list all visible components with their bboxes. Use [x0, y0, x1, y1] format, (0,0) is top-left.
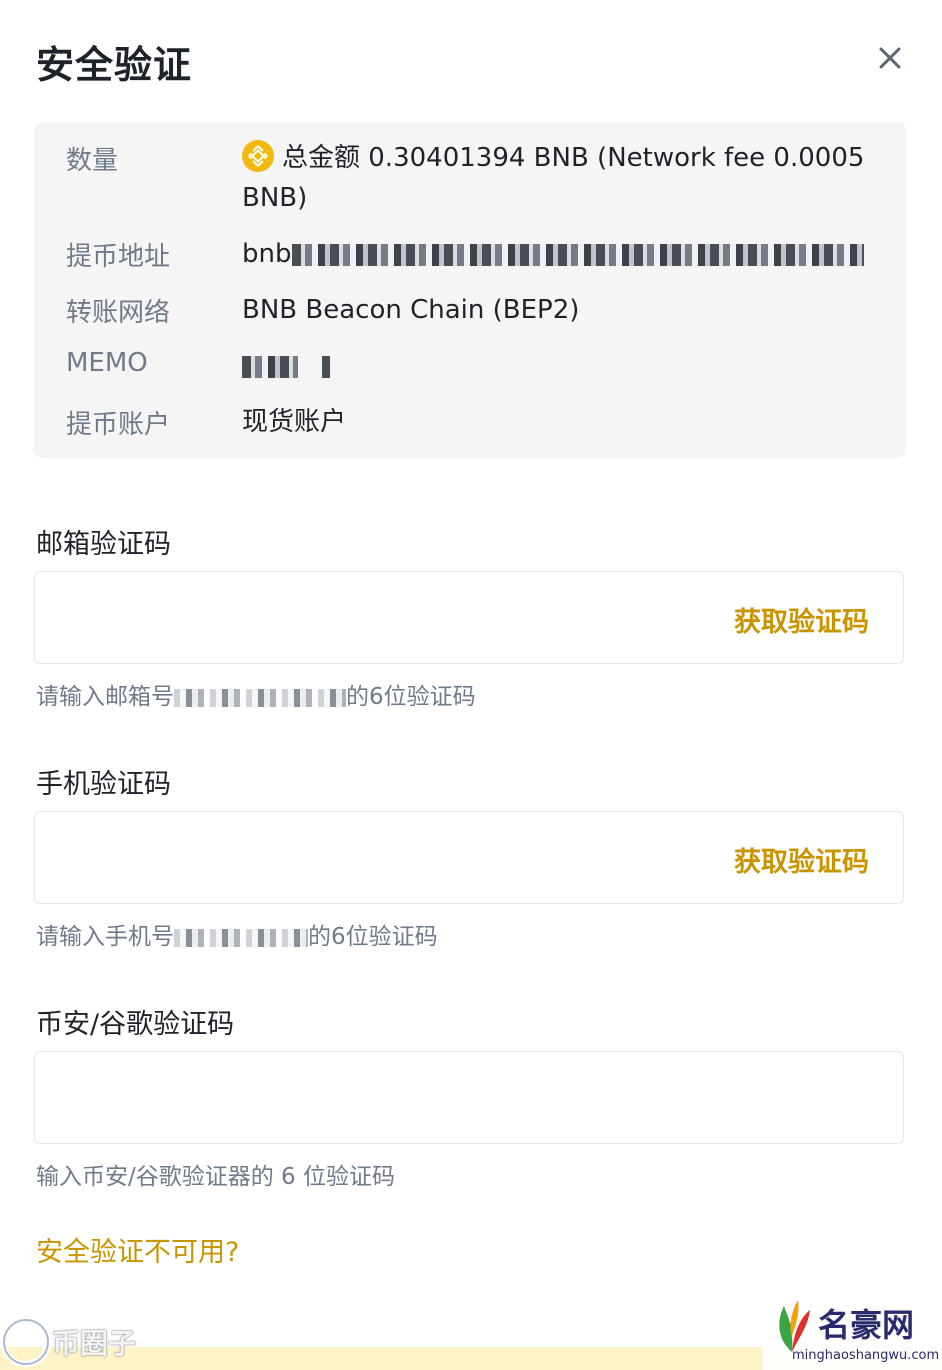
network-value: BNB Beacon Chain (BEP2)	[242, 295, 580, 325]
email-code-hint: 请输入邮箱号 的6位验证码	[36, 677, 476, 711]
amount-value: 总金额 0.30401394 BNB (Network fee 0.0005 B…	[242, 138, 864, 218]
address-redacted	[291, 243, 864, 266]
authenticator-code-label: 币安/谷歌验证码	[36, 1009, 235, 1040]
watermark-left: 币圈子	[52, 1327, 137, 1360]
amount-text-line2: BNB)	[242, 183, 308, 213]
email-hint-prefix: 请输入邮箱号	[36, 684, 174, 710]
account-label: 提币账户	[66, 410, 171, 440]
security-unavailable-link[interactable]: 安全验证不可用?	[36, 1230, 239, 1269]
dialog-title: 安全验证	[36, 43, 193, 87]
network-label: 转账网络	[66, 298, 171, 328]
memo-label: MEMO	[66, 348, 148, 378]
account-value: 现货账户	[242, 407, 347, 437]
phone-hint-suffix: 的6位验证码	[308, 924, 438, 950]
address-label: 提币地址	[66, 242, 171, 272]
amount-text-line1: 总金额 0.30401394 BNB (Network fee 0.0005	[282, 143, 865, 173]
email-code-label: 邮箱验证码	[36, 529, 171, 560]
address-value: bnb	[242, 234, 864, 274]
watermark-right-sub: minghaoshangwu.com	[792, 1348, 940, 1363]
memo-value	[242, 346, 331, 386]
phone-hint-prefix: 请输入手机号	[36, 924, 174, 950]
watermark-leaf-icon	[779, 1300, 810, 1352]
phone-redacted	[174, 928, 308, 947]
authenticator-code-hint: 输入币安/谷歌验证器的 6 位验证码	[36, 1164, 396, 1190]
email-redacted	[174, 688, 346, 707]
phone-code-input[interactable]: 获取验证码	[34, 811, 904, 904]
memo-redacted	[242, 355, 298, 378]
amount-label: 数量	[66, 146, 119, 176]
bnb-coin-icon	[242, 140, 274, 172]
phone-code-label: 手机验证码	[36, 769, 171, 800]
withdrawal-summary-panel: 数量 总金额 0.30401394 BNB (Network fee 0.000…	[34, 122, 906, 458]
phone-get-code-button[interactable]: 获取验证码	[734, 840, 869, 879]
email-hint-suffix: 的6位验证码	[346, 684, 476, 710]
phone-code-hint: 请输入手机号 的6位验证码	[36, 917, 438, 951]
email-get-code-button[interactable]: 获取验证码	[734, 600, 869, 639]
watermark-right: 名豪网	[818, 1306, 915, 1344]
authenticator-code-input[interactable]	[34, 1051, 904, 1144]
close-icon[interactable]	[870, 38, 910, 78]
memo-redacted	[322, 355, 331, 378]
email-code-input[interactable]: 获取验证码	[34, 571, 904, 664]
address-prefix: bnb	[242, 239, 292, 269]
